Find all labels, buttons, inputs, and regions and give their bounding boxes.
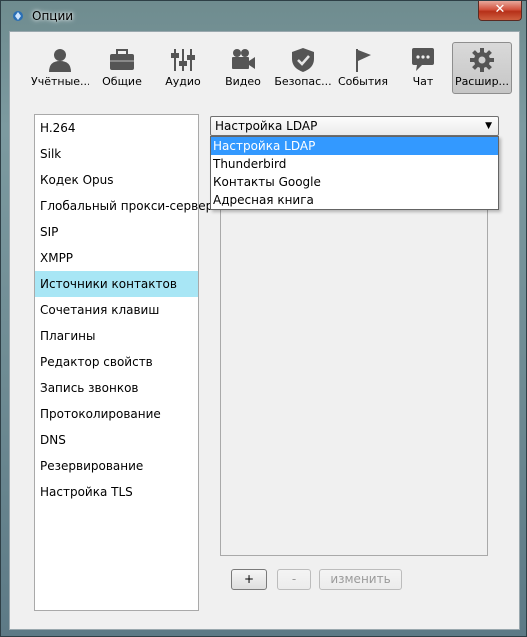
advanced-category-list: H.264 Silk Кодек Opus Глобальный прокси-… <box>34 114 213 611</box>
chevron-down-icon: ▼ <box>485 121 492 131</box>
tab-accounts[interactable]: Учётные... <box>30 42 90 94</box>
shield-icon <box>292 48 314 72</box>
list-item[interactable]: Плагины <box>35 323 198 349</box>
list-item[interactable]: XMPP <box>35 245 198 271</box>
tab-label: Расшир... <box>454 75 510 88</box>
tab-chat[interactable]: Чат <box>393 42 453 94</box>
list-item[interactable]: H.264 <box>35 115 198 141</box>
title-bar: Опции ✕ <box>1 1 527 31</box>
edit-button[interactable]: изменить <box>319 569 402 590</box>
briefcase-icon <box>110 49 134 70</box>
tab-label: Учётные... <box>31 75 89 88</box>
flag-icon <box>356 49 371 72</box>
source-type-dropdown: Настройка LDAP Thunderbird Контакты Goog… <box>210 136 499 210</box>
list-item[interactable]: Запись звонков <box>35 375 198 401</box>
list-item[interactable]: Глобальный прокси-сервер <box>35 193 213 219</box>
tab-label: Видео <box>225 75 261 88</box>
dropdown-option[interactable]: Адресная книга <box>211 191 498 209</box>
dropdown-option[interactable]: Контакты Google <box>211 173 498 191</box>
tab-label: События <box>337 75 389 88</box>
add-button[interactable]: + <box>231 569 267 590</box>
list-item[interactable]: SIP <box>35 219 198 245</box>
tab-label: Общие <box>102 75 142 88</box>
remove-button[interactable]: - <box>277 569 311 590</box>
list-item[interactable]: Настройка TLS <box>35 479 198 505</box>
chat-bubble-icon <box>412 48 434 71</box>
source-type-select[interactable]: Настройка LDAP ▼ <box>210 116 499 136</box>
dropdown-option[interactable]: Настройка LDAP <box>211 137 498 155</box>
window-title: Опции <box>32 9 74 23</box>
tab-audio[interactable]: Аудио <box>153 42 213 94</box>
list-item[interactable]: DNS <box>35 427 198 453</box>
tab-label: Аудио <box>165 75 201 88</box>
list-item[interactable]: Резервирование <box>35 453 198 479</box>
options-dialog: Учётные... Общие Аудио Видео Безопас... … <box>9 31 520 630</box>
tab-video[interactable]: Видео <box>213 42 273 94</box>
tab-security[interactable]: Безопас... <box>273 42 333 94</box>
tab-label: Безопас... <box>274 75 332 88</box>
dropdown-option[interactable]: Thunderbird <box>211 155 498 173</box>
select-value: Настройка LDAP <box>215 119 318 133</box>
close-button[interactable]: ✕ <box>478 1 522 21</box>
tab-general[interactable]: Общие <box>92 42 152 94</box>
user-icon <box>49 49 71 72</box>
list-item[interactable]: Silk <box>35 141 198 167</box>
list-item[interactable]: Сочетания клавиш <box>35 297 198 323</box>
tab-events[interactable]: События <box>333 42 393 94</box>
list-item-selected[interactable]: Источники контактов <box>35 271 198 297</box>
tab-advanced[interactable]: Расшир... <box>452 42 512 94</box>
gear-icon <box>470 48 494 72</box>
list-item[interactable]: Редактор свойств <box>35 349 198 375</box>
window-frame: Опции ✕ Учётные... Общие Аудио Видео Без… <box>0 0 527 637</box>
list-item[interactable]: Кодек Opus <box>35 167 198 193</box>
sliders-icon <box>171 49 195 71</box>
app-icon <box>13 11 23 21</box>
video-camera-icon <box>232 49 255 69</box>
category-toolbar: Учётные... Общие Аудио Видео Безопас... … <box>10 42 521 100</box>
tab-label: Чат <box>412 75 434 88</box>
list-item[interactable]: Протоколирование <box>35 401 198 427</box>
